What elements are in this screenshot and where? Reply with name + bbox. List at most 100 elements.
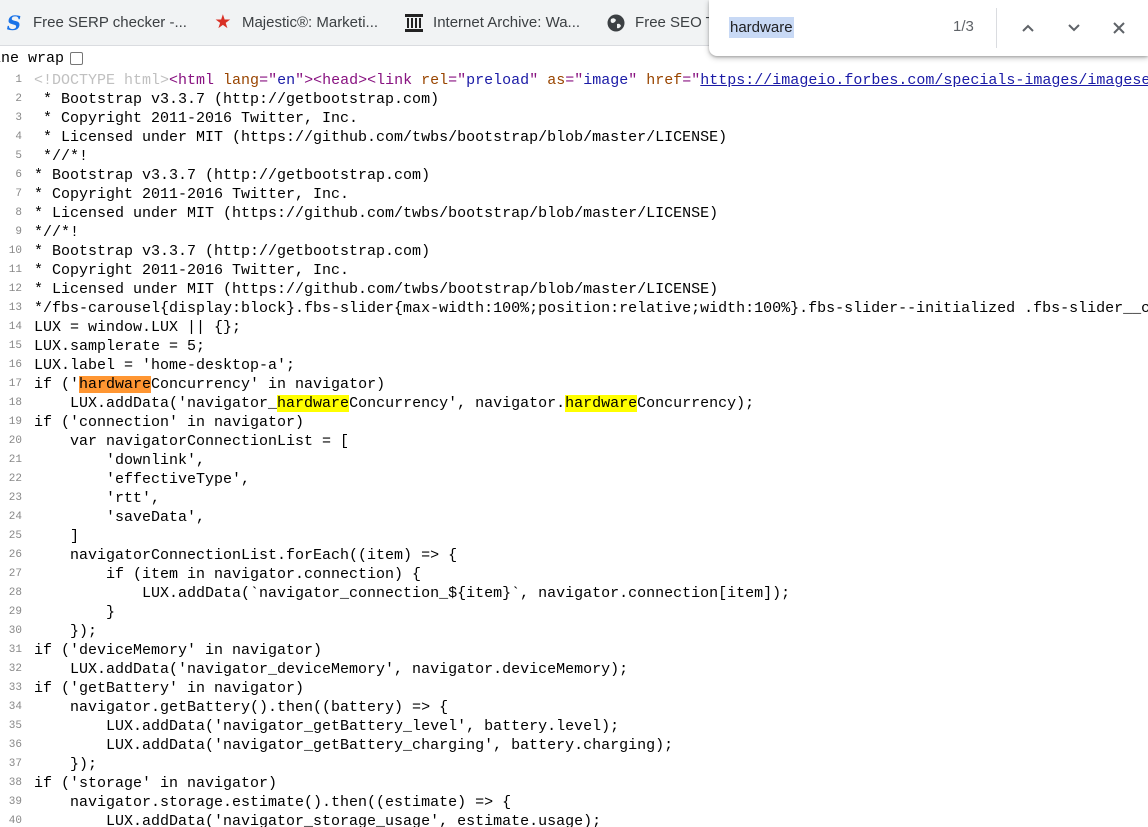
line-number: 12: [8, 283, 22, 295]
code-text: LUX.addData('navigator_getBattery_chargi…: [34, 737, 674, 754]
code-text: lang: [223, 72, 260, 89]
find-input[interactable]: hardware: [729, 17, 794, 38]
source-line: 20 var navigatorConnectionList = [: [0, 432, 1148, 451]
close-icon: [1113, 22, 1125, 34]
line-code: LUX.addData('navigator_getBattery_level'…: [34, 717, 619, 736]
source-line: 37 });: [0, 755, 1148, 774]
code-text: 'effectiveType',: [34, 471, 251, 488]
line-code: 'effectiveType',: [34, 470, 250, 489]
code-text: preload: [466, 72, 530, 89]
line-number: 39: [8, 796, 22, 808]
line-code: if (item in navigator.connection) {: [34, 565, 421, 584]
line-code: if ('getBattery' in navigator): [34, 679, 304, 698]
find-divider: [996, 8, 997, 48]
code-text: <link: [367, 72, 422, 89]
code-text: =": [259, 72, 278, 89]
line-code: LUX.addData('navigator_storage_usage', e…: [34, 812, 601, 827]
source-line: 2 * Bootstrap v3.3.7 (http://getbootstra…: [0, 90, 1148, 109]
code-text: */fbs-carousel{display:block}.fbs-slider…: [34, 300, 1148, 317]
line-number: 27: [8, 568, 22, 580]
chevron-down-icon: [1068, 24, 1080, 32]
code-text: if (item in navigator.connection) {: [34, 566, 422, 583]
code-text: LUX.addData('navigator_getBattery_level'…: [34, 718, 620, 735]
line-code: * Licensed under MIT (https://github.com…: [34, 204, 718, 223]
source-link[interactable]: https://imageio.forbes.com/specials-imag…: [700, 72, 1148, 89]
code-text: 'rtt',: [34, 490, 161, 507]
find-match-count: 1/3: [953, 18, 974, 35]
source-line: 40 LUX.addData('navigator_storage_usage'…: [0, 812, 1148, 827]
source-line: 12 * Licensed under MIT (https://github.c…: [0, 280, 1148, 299]
line-number: 38: [8, 777, 22, 789]
line-code: LUX.addData('navigator_getBattery_chargi…: [34, 736, 673, 755]
source-line: 39 navigator.storage.estimate().then((es…: [0, 793, 1148, 812]
line-code: * Licensed under MIT (https://github.com…: [34, 280, 718, 299]
line-number: 10: [8, 245, 22, 257]
bookmark-internet-archive[interactable]: Internet Archive: Wa...: [400, 7, 586, 39]
code-text: * Bootstrap v3.3.7 (http://getbootstrap.…: [34, 91, 440, 108]
code-text: ": [628, 72, 647, 89]
chevron-up-icon: [1022, 24, 1034, 32]
source-line: 17 if ('hardwareConcurrency' in navigator…: [0, 375, 1148, 394]
line-number: 6: [15, 169, 22, 181]
source-line: 36 LUX.addData('navigator_getBattery_cha…: [0, 736, 1148, 755]
source-line: 11 * Copyright 2011-2016 Twitter, Inc.: [0, 261, 1148, 280]
code-text: Concurrency', navigator.: [349, 395, 566, 412]
line-number: 8: [15, 207, 22, 219]
line-number: 25: [8, 530, 22, 542]
code-text: * Licensed under MIT (https://github.com…: [34, 205, 719, 222]
source-line: 31 if ('deviceMemory' in navigator): [0, 641, 1148, 660]
source-line: 30 });: [0, 622, 1148, 641]
line-code: });: [34, 622, 97, 641]
line-code: 'downlink',: [34, 451, 205, 470]
find-close-button[interactable]: [1105, 14, 1133, 42]
source-line: 15 LUX.samplerate = 5;: [0, 337, 1148, 356]
line-number: 4: [15, 131, 22, 143]
line-code: LUX.addData(`navigator_connection_${item…: [34, 584, 790, 603]
source-line: 35 LUX.addData('navigator_getBattery_lev…: [0, 717, 1148, 736]
line-number: 26: [8, 549, 22, 561]
line-code: */fbs-carousel{display:block}.fbs-slider…: [34, 299, 1148, 318]
code-text: LUX.addData('navigator_storage_usage', e…: [34, 813, 602, 827]
source-line: 18 LUX.addData('navigator_hardwareConcur…: [0, 394, 1148, 413]
bookmark-majestic[interactable]: ★ Majestic®: Marketi...: [209, 7, 384, 39]
find-previous-button[interactable]: [1014, 14, 1042, 42]
source-line: 25 ]: [0, 527, 1148, 546]
bookmark-label: Free SERP checker -...: [33, 14, 187, 31]
line-number: 40: [8, 815, 22, 827]
code-text: if ('connection' in navigator): [34, 414, 305, 431]
code-text: if ('getBattery' in navigator): [34, 680, 305, 697]
line-code: if ('deviceMemory' in navigator): [34, 641, 322, 660]
line-number: 21: [8, 454, 22, 466]
source-line: 13 */fbs-carousel{display:block}.fbs-slid…: [0, 299, 1148, 318]
code-text: * Licensed under MIT (https://github.com…: [34, 281, 719, 298]
source-line: 28 LUX.addData(`navigator_connection_${i…: [0, 584, 1148, 603]
serp-s-icon: S: [6, 10, 22, 35]
code-text: *//*!: [34, 224, 80, 241]
bookmark-serp-checker[interactable]: S Free SERP checker -...: [0, 7, 193, 39]
line-number: 28: [8, 587, 22, 599]
source-line: 7 * Copyright 2011-2016 Twitter, Inc.: [0, 185, 1148, 204]
find-next-button[interactable]: [1060, 14, 1088, 42]
find-bar: hardware 1/3: [709, 0, 1148, 56]
line-code: *//*!: [34, 147, 88, 166]
source-line: 29 }: [0, 603, 1148, 622]
line-wrap-checkbox[interactable]: [70, 51, 84, 65]
code-text: }: [34, 604, 116, 621]
line-number: 13: [8, 302, 22, 314]
line-number: 5: [15, 150, 22, 162]
source-line: 27 if (item in navigator.connection) {: [0, 565, 1148, 584]
code-text: var navigatorConnectionList = [: [34, 433, 350, 450]
code-text: en: [277, 72, 296, 89]
line-number: 30: [8, 625, 22, 637]
line-number: 19: [8, 416, 22, 428]
code-text: 'saveData',: [34, 509, 206, 526]
globe-icon: [606, 13, 626, 33]
line-code: });: [34, 755, 97, 774]
line-number: 15: [8, 340, 22, 352]
source-line: 38 if ('storage' in navigator): [0, 774, 1148, 793]
code-text: 'downlink',: [34, 452, 206, 469]
code-text: * Copyright 2011-2016 Twitter, Inc.: [34, 262, 350, 279]
code-text: navigator.storage.estimate().then((estim…: [34, 794, 512, 811]
line-code: * Licensed under MIT (https://github.com…: [34, 128, 727, 147]
source-line: 26 navigatorConnectionList.forEach((item…: [0, 546, 1148, 565]
